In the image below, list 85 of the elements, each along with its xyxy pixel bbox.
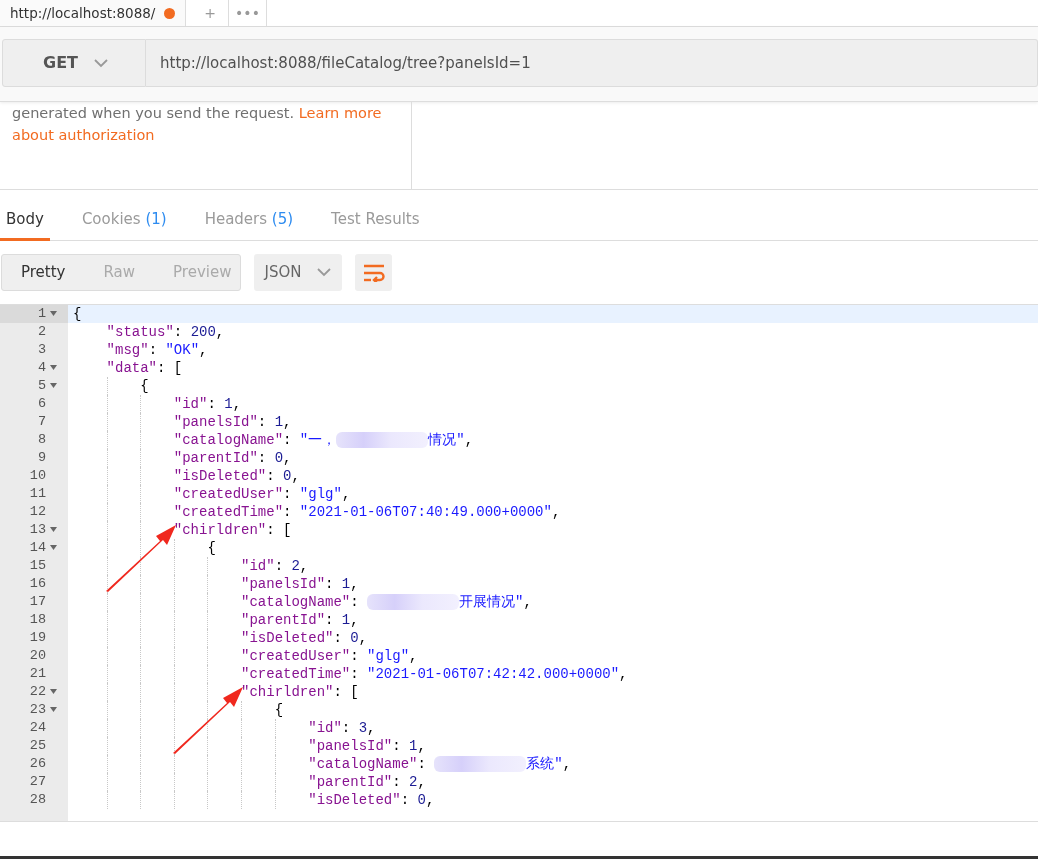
line-number: 21 (28, 665, 46, 683)
line-number: 25 (28, 737, 46, 755)
line-number: 17 (28, 593, 46, 611)
code-line: "catalogName": "一， 情况", (172, 432, 474, 448)
learn-more-link[interactable]: Learn more (298, 105, 382, 121)
line-number: 11 (28, 485, 46, 503)
view-mode-option[interactable]: Pretty (2, 255, 85, 290)
line-number: 2 (36, 323, 46, 341)
line-number: 8 (36, 431, 46, 449)
method-dropdown[interactable]: GET (2, 39, 146, 87)
line-number: 26 (28, 755, 46, 773)
line-number: 28 (28, 791, 46, 809)
line-number: 18 (28, 611, 46, 629)
code-line: "panelsId": 1, (172, 414, 292, 430)
code-line: "panelsId": 1, (240, 576, 359, 592)
line-number: 23 (28, 701, 46, 719)
line-number: 3 (36, 341, 46, 359)
learn-more-link[interactable]: about authorization (12, 127, 155, 143)
line-number: 1 (36, 305, 46, 323)
method-label: GET (43, 52, 78, 74)
code-line: "createdTime": "2021-01-06T07:42:42.000+0000", (240, 666, 628, 682)
line-number: 5 (36, 377, 46, 395)
code-line: "parentId": 1, (240, 612, 359, 628)
code-line: "isDeleted": 0, (172, 468, 300, 484)
line-number: 9 (36, 449, 46, 467)
line-number: 19 (28, 629, 46, 647)
code-line: "catalogName": 系统", (307, 756, 572, 772)
code-line: "parentId": 2, (307, 774, 426, 790)
wrap-icon (362, 263, 385, 282)
fold-arrow-icon[interactable] (50, 544, 57, 550)
code-line: "status": 200, (105, 324, 225, 340)
code-line: "createdUser": "glg", (240, 648, 418, 664)
line-number: 4 (36, 359, 46, 377)
code-line: "data": [ (105, 360, 183, 376)
code-line: "isDeleted": 0, (240, 630, 368, 646)
code-line: { (73, 306, 82, 322)
line-number: 27 (28, 773, 46, 791)
tab-title: http://localhost:8088/ (10, 3, 156, 23)
line-number: 10 (28, 467, 46, 485)
line-number: 16 (28, 575, 46, 593)
code-line: "createdTime": "2021-01-06T07:40:49.000+0000", (172, 504, 561, 520)
format-label: JSON (264, 262, 302, 284)
auth-help-text: generated when you send the request. Learn more about authorization (0, 102, 412, 189)
url-field[interactable]: http://localhost:8088/fileCatalog/tree?panelsId=1 (146, 39, 1038, 87)
code-line: "createdUser": "glg", (172, 486, 351, 502)
line-number: 20 (28, 647, 46, 665)
line-number: 14 (28, 539, 46, 557)
code-line: "id": 1, (172, 396, 242, 412)
response-tab[interactable]: Body (0, 200, 50, 241)
code-line: "chirldren": [ (172, 522, 292, 538)
fold-arrow-icon[interactable] (50, 526, 57, 532)
view-mode-option[interactable]: Preview (154, 255, 251, 290)
fold-arrow-icon[interactable] (50, 706, 57, 712)
chevron-down-icon (94, 58, 108, 68)
line-number: 15 (28, 557, 46, 575)
line-number: 24 (28, 719, 46, 737)
line-number: 22 (28, 683, 46, 701)
code-line: "isDeleted": 0, (307, 792, 435, 808)
code-line: "parentId": 0, (172, 450, 292, 466)
fold-arrow-icon[interactable] (50, 310, 57, 316)
code-line: "panelsId": 1, (307, 738, 426, 754)
request-tab[interactable]: http://localhost:8088/ (0, 0, 186, 26)
format-dropdown[interactable]: JSON (254, 254, 342, 291)
code-line: "id": 3, (307, 720, 376, 736)
code-line: { (139, 378, 149, 394)
code-line: "chirldren": [ (240, 684, 359, 700)
code-line: "msg": "OK", (105, 342, 208, 358)
line-number: 6 (36, 395, 46, 413)
response-tab[interactable]: Headers (5) (198, 200, 300, 241)
unsaved-dot (164, 7, 175, 19)
code-line: "catalogName": 开展情况", (240, 594, 532, 610)
code-line: { (273, 702, 284, 718)
line-number: 7 (36, 413, 46, 431)
fold-arrow-icon[interactable] (50, 688, 57, 694)
fold-arrow-icon[interactable] (50, 364, 57, 370)
fold-arrow-icon[interactable] (50, 382, 57, 388)
response-tab[interactable]: Test Results (325, 200, 426, 241)
code-line: { (206, 540, 216, 556)
chevron-down-icon (317, 268, 332, 277)
code-line: "id": 2, (240, 558, 309, 574)
response-tab[interactable]: Cookies (1) (75, 200, 173, 241)
line-number: 12 (28, 503, 46, 521)
line-number: 13 (28, 521, 46, 539)
view-mode-option[interactable]: Raw (84, 255, 155, 290)
wrap-button[interactable] (355, 254, 392, 291)
